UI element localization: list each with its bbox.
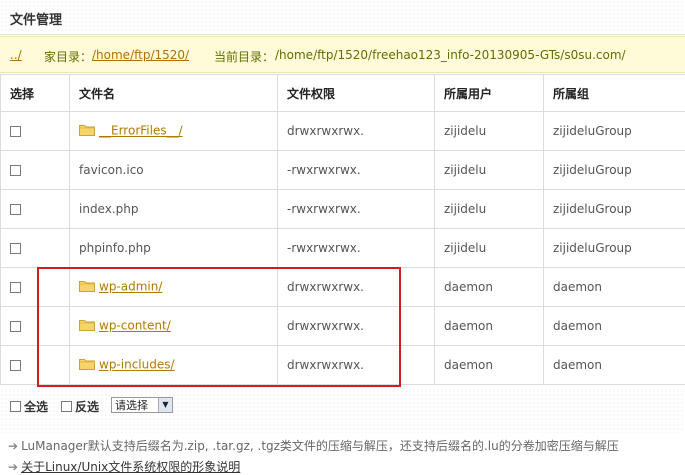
row-checkbox[interactable]	[10, 282, 21, 293]
page-title: 文件管理	[10, 13, 63, 28]
permission-cell: -rwxrwxrwx.	[277, 150, 435, 190]
user-cell: zijidelu	[434, 228, 544, 268]
user-cell: zijidelu	[434, 111, 544, 151]
select-cell	[0, 111, 70, 151]
row-checkbox[interactable]	[10, 360, 21, 371]
folder-icon	[79, 318, 95, 334]
home-dir-label: 家目录：	[44, 50, 93, 64]
select-all-label: 全选	[24, 400, 49, 414]
select-cell	[0, 267, 70, 307]
group-cell: zijideluGroup	[543, 189, 685, 229]
group-cell: daemon	[543, 345, 685, 385]
table-header-row: 选择 文件名 文件权限 所属用户 所属组	[0, 74, 685, 112]
current-dir-path: /home/ftp/1520/freehao123_info-20130905-…	[275, 48, 626, 62]
user-cell: zijidelu	[434, 150, 544, 190]
row-checkbox[interactable]	[10, 165, 21, 176]
file-name-link[interactable]: wp-includes/	[99, 358, 175, 372]
filename-cell: index.php	[69, 189, 278, 229]
user-cell: daemon	[434, 345, 544, 385]
file-name-link[interactable]: __ErrorFiles__/	[99, 124, 183, 138]
up-dir-link[interactable]: ../	[10, 48, 22, 62]
home-dir-link[interactable]: /home/ftp/1520/	[92, 48, 189, 62]
group-cell: zijideluGroup	[543, 228, 685, 268]
permission-cell: drwxrwxrwx.	[277, 111, 435, 151]
bulk-action-bar: 全选 反选	[0, 389, 685, 423]
col-header-user: 所属用户	[434, 74, 544, 112]
permission-cell: drwxrwxrwx.	[277, 306, 435, 346]
filename-cell: wp-content/	[69, 306, 278, 346]
table-row: __ErrorFiles__/ drwxrwxrwx. zijidelu zijide…	[0, 111, 685, 151]
col-header-select: 选择	[0, 74, 70, 112]
folder-icon	[79, 279, 95, 295]
select-cell	[0, 345, 70, 385]
user-cell: daemon	[434, 306, 544, 346]
file-name-link[interactable]: wp-admin/	[99, 280, 162, 294]
col-header-permission: 文件权限	[277, 74, 435, 112]
note-line-1-text: LuManager默认支持后缀名为.zip, .tar.gz, .tgz类文件的…	[21, 439, 619, 453]
folder-icon	[79, 123, 95, 139]
filename-cell: __ErrorFiles__/	[69, 111, 278, 151]
permission-cell: -rwxrwxrwx.	[277, 189, 435, 229]
permission-cell: drwxrwxrwx.	[277, 267, 435, 307]
path-bar: ../ 家目录： /home/ftp/1520/ 当前目录： /home/ftp…	[0, 36, 685, 73]
invert-select-label: 反选	[75, 400, 100, 414]
select-cell	[0, 306, 70, 346]
table-row: phpinfo.php -rwxrwxrwx. zijidelu zijideluGr…	[0, 228, 685, 268]
file-name[interactable]: phpinfo.php	[79, 241, 151, 255]
filename-cell: favicon.ico	[69, 150, 278, 190]
invert-select-control[interactable]: 反选	[61, 398, 99, 415]
group-cell: zijideluGroup	[543, 150, 685, 190]
user-cell: zijidelu	[434, 189, 544, 229]
col-header-filename: 文件名	[69, 74, 278, 112]
divider	[0, 423, 685, 433]
bulk-action-select[interactable]: 请选择 ▼	[111, 397, 173, 413]
permission-cell: -rwxrwxrwx.	[277, 228, 435, 268]
group-cell: daemon	[543, 267, 685, 307]
select-cell	[0, 189, 70, 229]
current-dir-label: 当前目录：	[214, 50, 275, 64]
note-line-1: ➔ LuManager默认支持后缀名为.zip, .tar.gz, .tgz类文件…	[8, 437, 619, 454]
group-cell: daemon	[543, 306, 685, 346]
arrow-right-icon: ➔	[8, 439, 19, 453]
col-header-group: 所属组	[543, 74, 685, 112]
permission-cell: drwxrwxrwx.	[277, 345, 435, 385]
title-bar: 文件管理	[0, 0, 685, 35]
table-row: index.php -rwxrwxrwx. zijidelu zijideluGrou…	[0, 189, 685, 229]
note-line-2: ➔ 关于Linux/Unix文件系统权限的形象说明	[8, 458, 240, 475]
table-row: wp-content/drwxrwxrwx. daemon daemon	[0, 306, 685, 346]
filename-cell: phpinfo.php	[69, 228, 278, 268]
row-checkbox[interactable]	[10, 321, 21, 332]
row-checkbox[interactable]	[10, 243, 21, 254]
folder-icon	[79, 357, 95, 373]
file-name[interactable]: index.php	[79, 202, 138, 216]
select-cell	[0, 150, 70, 190]
select-cell	[0, 228, 70, 268]
filename-cell: wp-includes/	[69, 345, 278, 385]
arrow-right-icon: ➔	[8, 460, 19, 474]
table-row: favicon.ico -rwxrwxrwx. zijidelu zijideluGr…	[0, 150, 685, 190]
group-cell: zijideluGroup	[543, 111, 685, 151]
file-table: 选择 文件名 文件权限 所属用户 所属组 __ErrorFiles__/drwx…	[0, 74, 685, 385]
row-checkbox[interactable]	[10, 126, 21, 137]
select-all-control[interactable]: 全选	[10, 398, 48, 415]
bulk-action-select-value: 请选择	[115, 399, 148, 412]
row-checkbox[interactable]	[10, 204, 21, 215]
table-row: wp-includes/drwxrwxrwx. daemon daemon	[0, 345, 685, 385]
user-cell: daemon	[434, 267, 544, 307]
permission-help-link[interactable]: 关于Linux/Unix文件系统权限的形象说明	[21, 460, 240, 474]
file-name[interactable]: favicon.ico	[79, 163, 144, 177]
table-row: wp-admin/drwxrwxrwx. daemon daemon	[0, 267, 685, 307]
select-all-checkbox[interactable]	[10, 401, 21, 412]
file-name-link[interactable]: wp-content/	[99, 319, 171, 333]
chevron-down-icon[interactable]: ▼	[158, 398, 172, 412]
filename-cell: wp-admin/	[69, 267, 278, 307]
invert-select-checkbox[interactable]	[61, 401, 72, 412]
